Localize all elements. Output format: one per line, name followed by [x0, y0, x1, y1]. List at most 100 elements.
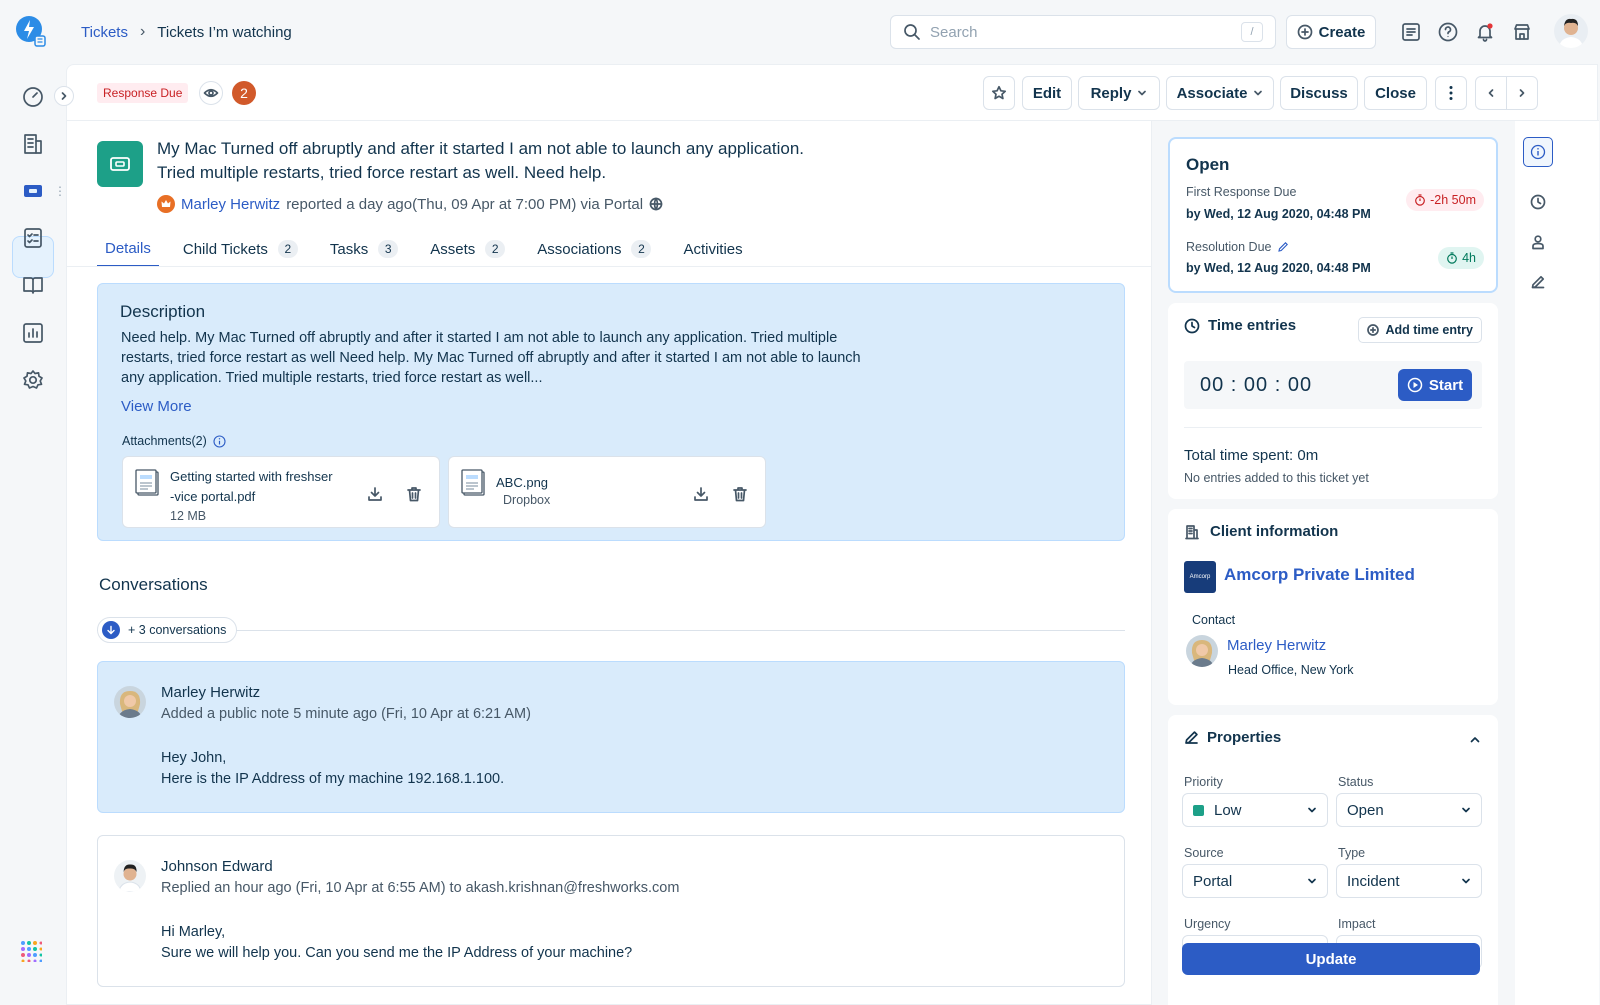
chevron-right-icon — [61, 92, 67, 100]
priority-label: Priority — [1184, 775, 1223, 789]
response-due-badge: Response Due — [97, 83, 189, 103]
more-conversations-label: + 3 conversations — [128, 623, 227, 637]
previous-ticket-button[interactable] — [1475, 76, 1507, 110]
pencil-icon — [1185, 731, 1198, 744]
start-button-label: Start — [1428, 376, 1464, 394]
attachment-card[interactable]: Getting started with freshser -vice port… — [122, 456, 440, 528]
download-icon[interactable] — [692, 485, 710, 503]
chevron-up-icon[interactable] — [1468, 733, 1482, 747]
sidebar-expand-button[interactable] — [54, 86, 74, 106]
type-value: Incident — [1347, 872, 1400, 890]
attachments-label-text: Attachments(2) — [122, 434, 207, 448]
nav-more-dots-icon[interactable]: ⋮ — [54, 184, 66, 198]
building-icon — [1185, 524, 1199, 539]
ticket-subject: My Mac Turned off abruptly and after it … — [157, 137, 857, 185]
trash-delete-icon[interactable] — [405, 485, 423, 503]
trash-delete-icon[interactable] — [731, 485, 749, 503]
chevron-down-icon — [1308, 807, 1316, 813]
crown-icon — [157, 195, 175, 213]
breadcrumb-tickets-link[interactable]: Tickets — [81, 24, 128, 41]
page-title: Tickets I’m watching — [157, 23, 292, 41]
view-more-link[interactable]: View More — [121, 398, 192, 415]
tab-assets[interactable]: Assets 2 — [422, 231, 513, 267]
requester-person-icon[interactable] — [1523, 227, 1553, 257]
search-placeholder: Search — [930, 23, 978, 41]
add-time-entry-button[interactable]: Add time entry — [1358, 317, 1482, 343]
info-panel-icon[interactable] — [1523, 137, 1553, 167]
download-icon[interactable] — [366, 485, 384, 503]
apps-grid-icon[interactable] — [20, 940, 42, 962]
description-card: Description Need help. My Mac Turned off… — [97, 283, 1125, 541]
timer-icon — [1447, 252, 1457, 264]
attachment-name: ABC.png — [496, 473, 676, 493]
reports-chart-icon[interactable] — [20, 320, 46, 346]
discuss-button[interactable]: Discuss — [1280, 76, 1358, 110]
description-body: Need help. My Mac Turned off abruptly an… — [121, 328, 891, 388]
knowledge-book-icon[interactable] — [20, 272, 46, 298]
attachment-name-line: Getting started with freshser — [170, 469, 333, 484]
changes-checklist-icon[interactable] — [20, 225, 46, 251]
description-line: restarts, tried force restart as well Ne… — [121, 350, 861, 366]
contact-name-link[interactable]: Marley Herwitz — [1227, 637, 1326, 654]
associate-button[interactable]: Associate — [1166, 76, 1274, 110]
tab-child-tickets[interactable]: Child Tickets 2 — [175, 231, 306, 267]
update-button[interactable]: Update — [1182, 943, 1480, 975]
reported-meta: reported a day ago(Thu, 09 Apr at 7:00 P… — [286, 195, 644, 213]
source-select[interactable]: Portal — [1182, 864, 1328, 898]
priority-select[interactable]: Low — [1182, 793, 1328, 827]
create-button[interactable]: Create — [1286, 15, 1376, 49]
start-timer-button[interactable]: Start — [1398, 369, 1472, 401]
catalog-icon[interactable] — [1400, 21, 1422, 43]
top-bar: Tickets › Tickets I’m watching Search / … — [0, 0, 1600, 64]
image-file-icon — [461, 469, 485, 496]
reporter-name-link[interactable]: Marley Herwitz — [181, 196, 280, 213]
company-name-link[interactable]: Amcorp Private Limited — [1224, 565, 1415, 585]
search-input[interactable]: Search / — [890, 15, 1276, 49]
ticket-reporter-info: Marley Herwitz reported a day ago(Thu, 0… — [157, 195, 663, 213]
buildings-icon[interactable] — [20, 131, 46, 157]
favorite-star-button[interactable] — [983, 76, 1015, 110]
next-ticket-button[interactable] — [1506, 76, 1538, 110]
priority-value: Low — [1214, 801, 1242, 819]
ticket-icon[interactable] — [20, 178, 46, 204]
overdue-pill: -2h 50m — [1406, 189, 1484, 211]
freshservice-logo-icon[interactable] — [14, 14, 48, 48]
pencil-edit-icon[interactable] — [1277, 241, 1289, 253]
reply-button[interactable]: Reply — [1078, 76, 1160, 110]
properties-title-text: Properties — [1207, 729, 1282, 746]
attachment-source: Dropbox — [503, 493, 551, 507]
status-value: Open — [1347, 801, 1384, 819]
tab-associations[interactable]: Associations 2 — [529, 231, 659, 267]
tab-activities[interactable]: Activities — [675, 231, 750, 267]
description-title: Description — [120, 302, 206, 321]
edit-button[interactable]: Edit — [1022, 76, 1072, 110]
notes-pencil-icon[interactable] — [1523, 267, 1553, 297]
type-select[interactable]: Incident — [1336, 864, 1482, 898]
info-icon[interactable] — [213, 434, 226, 448]
show-more-conversations-button[interactable]: + 3 conversations — [97, 617, 238, 643]
status-select[interactable]: Open — [1336, 793, 1482, 827]
watchers-count-badge[interactable]: 2 — [232, 81, 256, 105]
plus-circle-icon — [1367, 324, 1380, 336]
store-icon[interactable] — [1511, 21, 1533, 43]
company-logo-text: Amcorp — [1189, 574, 1211, 580]
history-clock-icon[interactable] — [1523, 187, 1553, 217]
document-file-icon — [135, 469, 159, 496]
dashboard-icon[interactable] — [20, 84, 46, 110]
tab-label: Associations — [537, 240, 622, 258]
help-icon[interactable] — [1437, 21, 1459, 43]
resolution-due-label: Resolution Due — [1186, 240, 1289, 254]
attachment-card[interactable]: ABC.png Dropbox — [448, 456, 766, 528]
star-icon — [991, 85, 1007, 100]
tab-details[interactable]: Details — [97, 231, 159, 267]
close-ticket-button[interactable]: Close — [1364, 76, 1427, 110]
client-information-card: Client information Amcorp Amcorp Private… — [1168, 509, 1498, 705]
user-avatar[interactable] — [1554, 14, 1588, 48]
more-options-button[interactable] — [1435, 76, 1467, 110]
tab-label: Tasks — [329, 240, 369, 258]
notification-bell-icon[interactable] — [1474, 21, 1496, 43]
impact-label: Impact — [1338, 917, 1376, 931]
settings-gear-icon[interactable] — [20, 367, 46, 393]
watch-eye-icon[interactable] — [199, 81, 223, 105]
tab-tasks[interactable]: Tasks 3 — [322, 231, 406, 267]
